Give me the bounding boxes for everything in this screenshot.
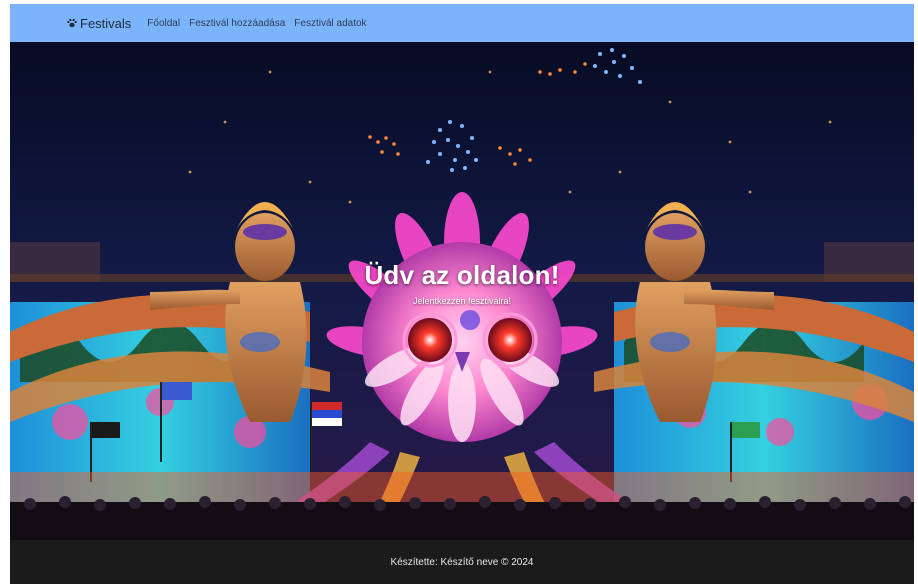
hero-subtitle: Jelentkezzen fesztiválra! [412,296,512,306]
brand-label: Festivals [80,15,132,31]
navbar: Festivals Főoldal Fesztivál hozzáadása F… [10,4,914,42]
nav-link-home[interactable]: Főoldal [147,18,180,29]
hero-title: Üdv az oldalon! [364,260,560,290]
nav-link-add-festival[interactable]: Fesztivál hozzáadása [189,18,285,29]
nav-link-festival-data[interactable]: Fesztivál adatok [294,18,366,29]
footer-text: Készítette: Készítő neve © 2024 [390,556,534,568]
footer: Készítette: Készítő neve © 2024 [10,540,914,584]
hero-section: Üdv az oldalon! Jelentkezzen fesztiválra… [10,42,914,540]
hero-text: Üdv az oldalon! Jelentkezzen fesztiválra… [10,260,914,306]
paw-icon [66,17,78,29]
brand-link[interactable]: Festivals [66,16,131,31]
